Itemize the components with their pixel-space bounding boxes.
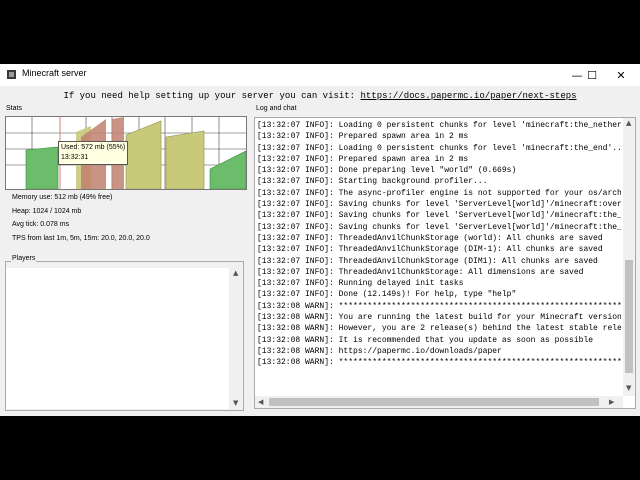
maximize-button[interactable]: ☐ — [577, 64, 607, 86]
players-list[interactable] — [6, 268, 229, 409]
log-line: [13:32:07 INFO]: Saving chunks for level… — [257, 222, 621, 232]
scroll-up-icon[interactable]: ▲ — [233, 269, 238, 277]
log-line: [13:32:08 WARN]: You are running the lat… — [257, 313, 621, 323]
help-link[interactable]: https://docs.papermc.io/paper/next-steps — [361, 91, 577, 101]
log-line: [13:32:08 WARN]: It is recommended that … — [257, 335, 594, 345]
avg-tick-text: Avg tick: 0.078 ms — [12, 221, 70, 228]
heap-text: Heap: 1024 / 1024 mb — [12, 208, 82, 215]
log-line: [13:32:08 WARN]: However, you are 2 rele… — [257, 324, 621, 334]
memory-area-green-left — [25, 146, 59, 189]
log-line: [13:32:07 INFO]: Loading 0 persistent ch… — [257, 143, 621, 153]
scroll-down-icon[interactable]: ▼ — [233, 399, 238, 407]
log-line: [13:32:07 INFO]: ThreadedAnvilChunkStora… — [257, 256, 598, 266]
log-line: [13:32:08 WARN]: ***********************… — [257, 301, 621, 311]
title-bar[interactable]: Minecraft server — ☐ ✕ — [0, 64, 640, 86]
log-line: [13:32:07 INFO]: Saving chunks for level… — [257, 200, 621, 210]
log-scroll-left-icon[interactable]: ◀ — [258, 398, 263, 406]
log-output[interactable]: [13:32:07 INFO]: Loading 0 persistent ch… — [257, 120, 621, 394]
maximize-icon: ☐ — [587, 68, 597, 82]
log-line: [13:32:08 WARN]: https://papermc.io/down… — [257, 346, 502, 356]
memory-graph: Used: 572 mb (55%) 13:32:31 — [5, 116, 247, 190]
memory-tooltip: Used: 572 mb (55%) 13:32:31 — [58, 141, 129, 165]
log-line: [13:32:07 INFO]: Done (12.149s)! For hel… — [257, 290, 517, 300]
log-line: [13:32:07 INFO]: Prepared spawn area in … — [257, 132, 469, 142]
log-line: [13:32:07 INFO]: ThreadedAnvilChunkStora… — [257, 245, 603, 255]
close-button[interactable]: ✕ — [606, 64, 636, 86]
log-line: [13:32:08 WARN]: ***********************… — [257, 358, 621, 368]
minecraft-server-icon — [7, 70, 16, 79]
log-line: [13:32:07 INFO]: The async-profiler engi… — [257, 188, 621, 198]
screen: { "window": { "title": "Minecraft server… — [0, 0, 640, 480]
log-horizontal-scrollbar[interactable]: ◀ ▶ — [255, 396, 623, 408]
memory-area-green-right — [209, 150, 246, 189]
log-scrollbar[interactable]: ▲ ▼ — [623, 118, 635, 396]
stats-label: Stats — [6, 105, 22, 112]
memory-area-yellow-2 — [165, 130, 205, 189]
players-panel: Players ▲ ▼ — [5, 255, 244, 411]
log-line: [13:32:07 INFO]: Starting background pro… — [257, 177, 488, 187]
log-line: [13:32:07 INFO]: ThreadedAnvilChunkStora… — [257, 233, 603, 243]
log-line: [13:32:07 INFO]: Done preparing level "w… — [257, 166, 517, 176]
log-scroll-down-icon[interactable]: ▼ — [626, 384, 631, 392]
tooltip-time: 13:32:31 — [61, 154, 89, 161]
log-label: Log and chat — [256, 105, 297, 112]
memory-use-text: Memory use: 512 mb (49% free) — [12, 194, 113, 201]
tooltip-used: Used: 572 mb (55%) — [61, 144, 126, 151]
log-line: [13:32:07 INFO]: ThreadedAnvilChunkStora… — [257, 267, 584, 277]
close-icon: ✕ — [616, 68, 626, 82]
server-window: Minecraft server — ☐ ✕ If you need help … — [0, 64, 640, 416]
log-line: [13:32:07 INFO]: Prepared spawn area in … — [257, 154, 469, 164]
tps-text: TPS from last 1m, 5m, 15m: 20.0, 20.0, 2… — [12, 235, 150, 242]
help-message: If you need help setting up your server … — [0, 91, 640, 101]
log-line: [13:32:07 INFO]: Loading 0 persistent ch… — [257, 121, 621, 130]
help-text: If you need help setting up your server … — [63, 91, 361, 101]
log-panel: [13:32:07 INFO]: Loading 0 persistent ch… — [254, 117, 636, 409]
memory-area-yellow-1 — [125, 120, 162, 189]
log-line: [13:32:07 INFO]: Saving chunks for level… — [257, 211, 621, 221]
log-hscroll-thumb[interactable] — [269, 398, 599, 406]
players-label: Players — [11, 255, 37, 262]
log-scroll-right-icon[interactable]: ▶ — [609, 398, 614, 406]
players-scrollbar[interactable]: ▲ ▼ — [230, 268, 242, 409]
log-scroll-thumb[interactable] — [625, 260, 633, 373]
window-title: Minecraft server — [22, 68, 87, 78]
log-scroll-up-icon[interactable]: ▲ — [626, 119, 631, 127]
log-line: [13:32:07 INFO]: Running delayed init ta… — [257, 279, 464, 289]
